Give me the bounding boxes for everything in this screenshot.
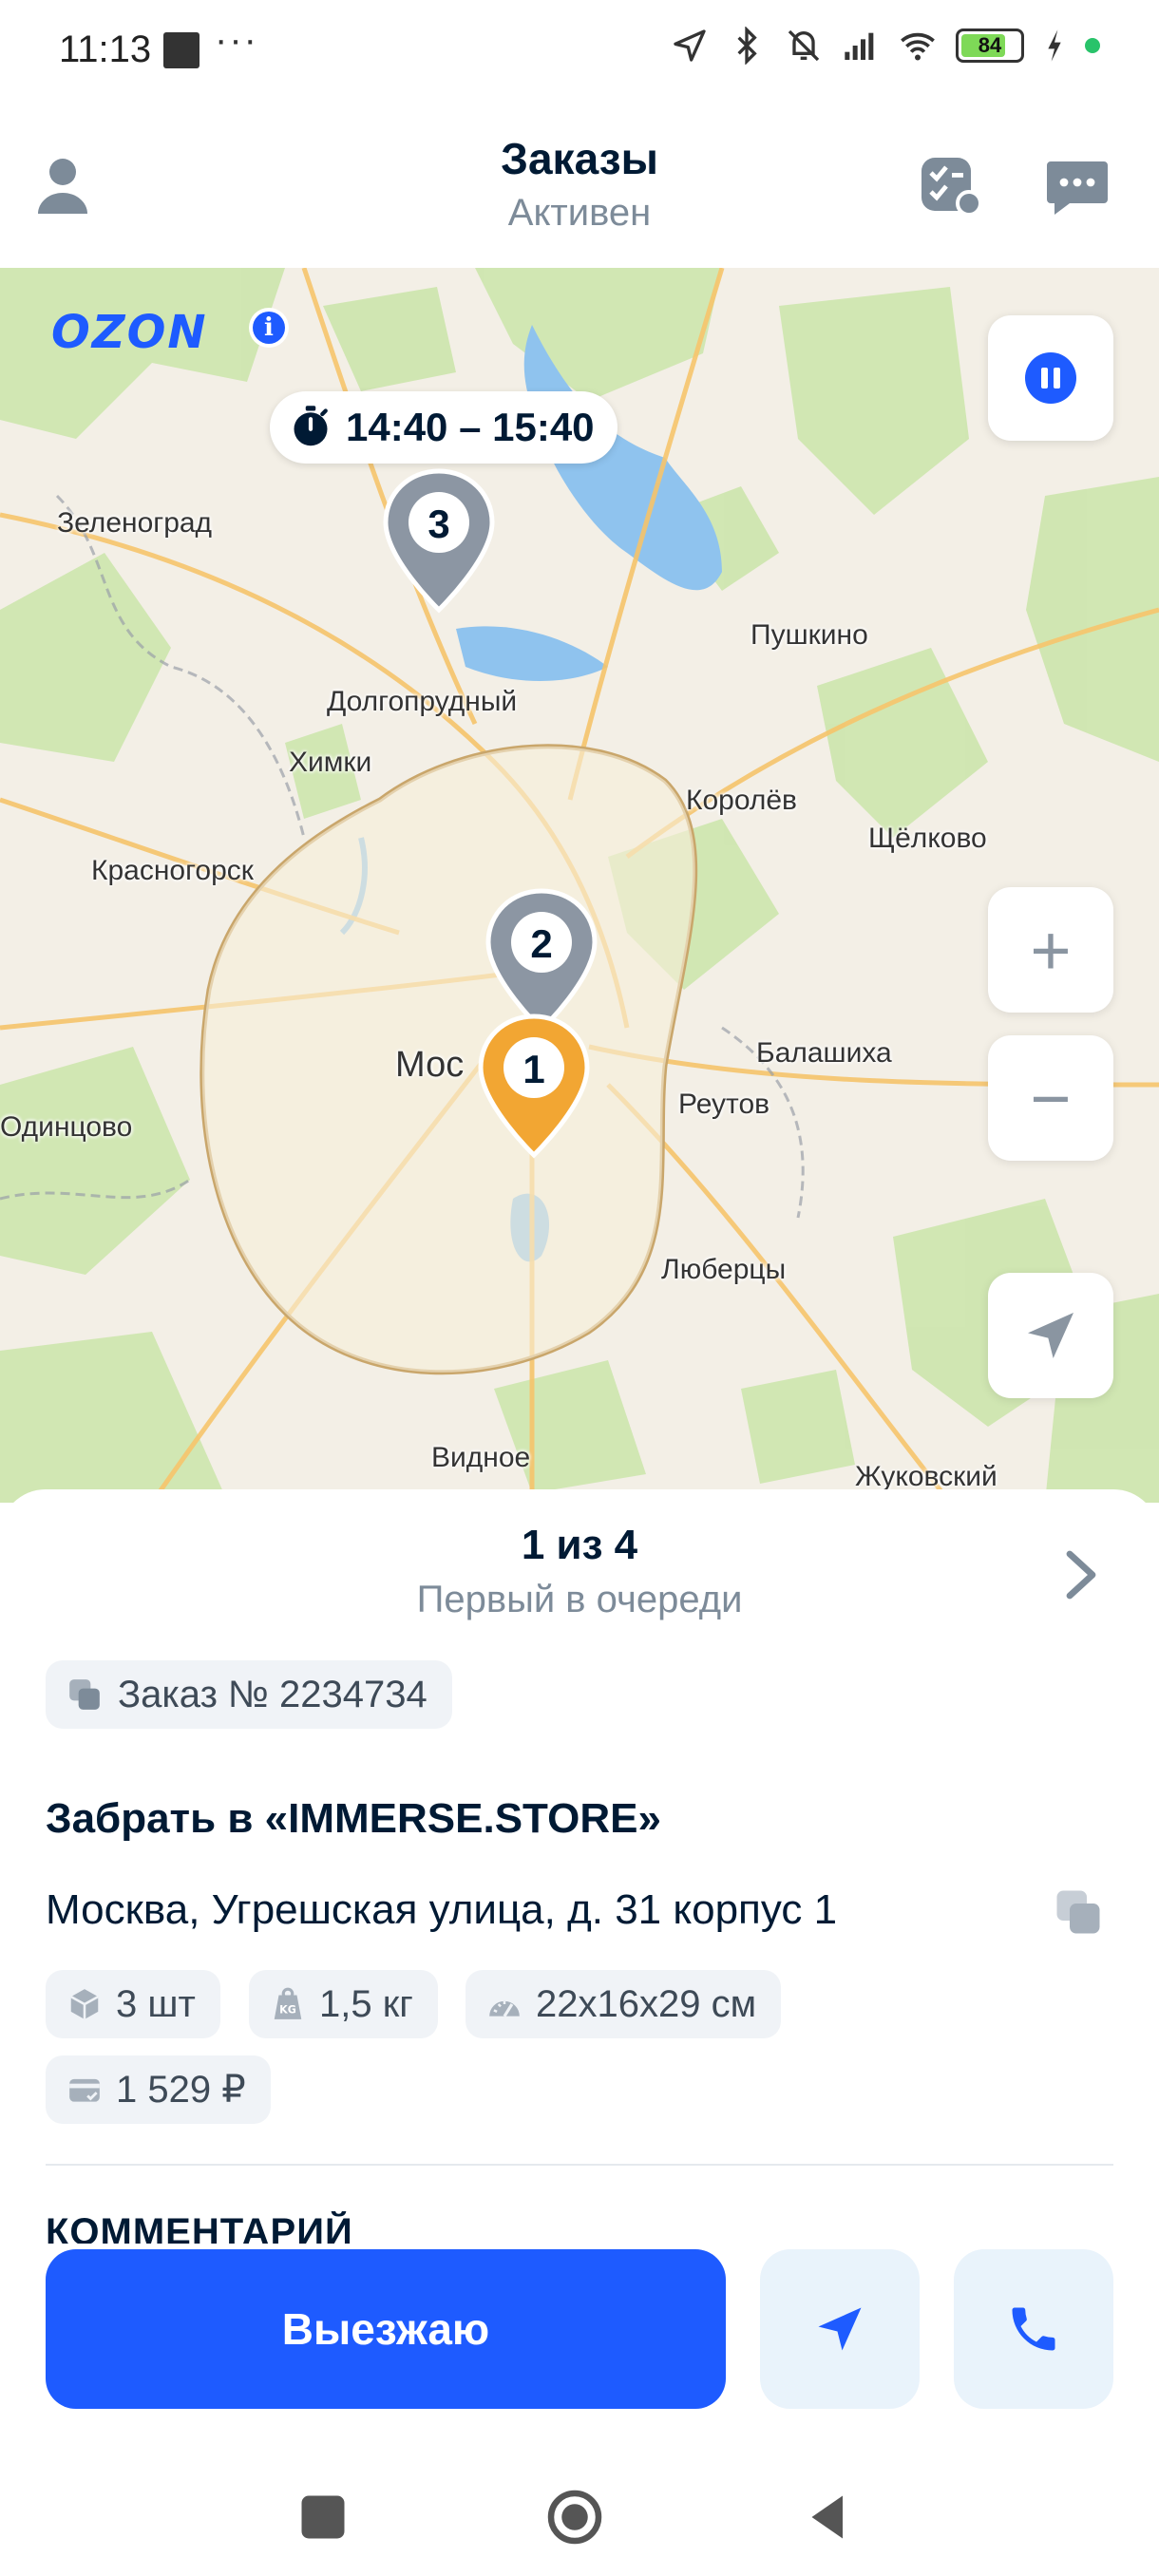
app-header: Заказы Активен (0, 104, 1159, 268)
privacy-indicator (1085, 38, 1100, 53)
location-arrow-icon (674, 29, 706, 62)
phone-icon (1012, 2307, 1055, 2351)
zoom-out-button[interactable]: − (988, 1035, 1113, 1161)
map-label-shchelkovo: Щёлково (868, 823, 987, 854)
queue-status: Первый в очереди (416, 1579, 743, 1620)
map-label-zhukovsky: Жуковский (855, 1461, 998, 1492)
map-label-zelenograd: Зеленоград (57, 507, 213, 539)
map-label-moscow: Мос (395, 1045, 465, 1085)
map-label-reutov: Реутов (678, 1089, 770, 1120)
pin-number: 2 (530, 921, 553, 966)
map-label-lyubertsy: Люберцы (661, 1254, 787, 1285)
comment-heading: КОММЕНТАРИЙ (46, 2211, 353, 2244)
pause-button[interactable] (988, 315, 1113, 441)
call-button[interactable] (954, 2249, 1113, 2409)
order-sheet: 1 из 4 Первый в очереди Заказ № 2234734 … (0, 1489, 1159, 2576)
pause-icon (1025, 352, 1076, 404)
queue-position: 1 из 4 (521, 1522, 638, 1568)
info-button[interactable]: i (249, 308, 289, 348)
checklist-icon[interactable] (918, 154, 982, 218)
dimensions-value: 22х16х29 см (536, 1982, 757, 2025)
weight-icon: KG (274, 1987, 302, 2019)
copy-address-icon[interactable] (1053, 1886, 1104, 1938)
more-notifications-icon: ··· (215, 19, 258, 61)
pin-number: 3 (428, 502, 450, 546)
order-number-chip[interactable]: Заказ № 2234734 (46, 1660, 452, 1729)
time-window-badge: 14:40 – 15:40 (270, 391, 618, 464)
map-pin-1[interactable]: 1 (475, 1013, 593, 1165)
chevron-right-icon[interactable] (1062, 1546, 1100, 1603)
dimensions-chip: 22х16х29 см (466, 1970, 782, 2038)
map-label-korolev: Королёв (686, 785, 797, 816)
status-icons: 84 (671, 27, 1100, 65)
delivery-map[interactable]: OZON i 14:40 – 15:40 Зеленоград Пушкино … (0, 268, 1159, 1503)
navigate-button[interactable] (760, 2249, 920, 2409)
pickup-address: Москва, Угрешская улица, д. 31 корпус 1 (46, 1886, 838, 1933)
weight-value: 1,5 кг (319, 1982, 413, 2025)
zoom-in-button[interactable]: + (988, 887, 1113, 1013)
wifi-icon (901, 32, 935, 61)
time-window-text: 14:40 – 15:40 (346, 405, 595, 449)
map-label-vidnoe: Видное (431, 1442, 531, 1473)
bluetooth-icon (737, 27, 757, 65)
wallet-icon (69, 2078, 100, 2102)
map-label-odintsovo: Одинцово (0, 1111, 133, 1143)
price-chip: 1 529 ₽ (46, 2055, 271, 2124)
battery-icon: 84 (956, 28, 1024, 63)
map-label-dolgoprudny: Долгопрудный (327, 686, 518, 717)
navigation-arrow-icon (818, 2307, 862, 2351)
weight-chip: KG 1,5 кг (249, 1970, 438, 2038)
mute-icon (788, 29, 820, 62)
notification-square-icon (163, 32, 200, 68)
recents-icon[interactable] (294, 2489, 352, 2546)
home-icon[interactable] (546, 2489, 603, 2546)
status-bar: 11:13 ··· 84 (0, 0, 1159, 104)
signal-icon (845, 32, 874, 60)
page-title: Заказы (501, 134, 658, 183)
chat-icon[interactable] (1045, 154, 1110, 218)
divider (46, 2164, 1113, 2166)
timer-icon (294, 406, 328, 446)
map-pin-3[interactable]: 3 (380, 467, 498, 619)
ruler-icon (489, 2000, 520, 2017)
ozon-logo: OZON (51, 306, 208, 359)
map-label-khimki: Химки (289, 747, 372, 778)
map-label-pushkino: Пушкино (750, 619, 868, 651)
quantity-value: 3 шт (116, 1982, 196, 2025)
quantity-chip: 3 шт (46, 1970, 220, 2038)
order-number: Заказ № 2234734 (118, 1673, 428, 1715)
charging-icon (1048, 29, 1061, 62)
navigation-arrow-icon (1028, 1313, 1074, 1358)
box-icon (70, 1989, 99, 2019)
system-nav-bar (0, 2441, 1159, 2576)
status-time: 11:13 (59, 28, 152, 70)
map-label-krasnogorsk: Красногорск (91, 855, 254, 886)
my-location-button[interactable] (988, 1273, 1113, 1398)
battery-level: 84 (978, 33, 1002, 57)
courier-status: Активен (507, 192, 652, 234)
copy-icon (69, 1679, 100, 1710)
pickup-title: Забрать в «IMMERSE.STORE» (46, 1795, 661, 1842)
pin-number: 1 (522, 1047, 545, 1091)
price-value: 1 529 ₽ (116, 2069, 246, 2111)
svg-text:KG: KG (279, 2004, 296, 2017)
info-icon: i (253, 312, 285, 344)
depart-button[interactable]: Выезжаю (46, 2249, 726, 2409)
back-icon[interactable] (800, 2489, 857, 2546)
map-label-balashikha: Балашиха (756, 1037, 892, 1069)
